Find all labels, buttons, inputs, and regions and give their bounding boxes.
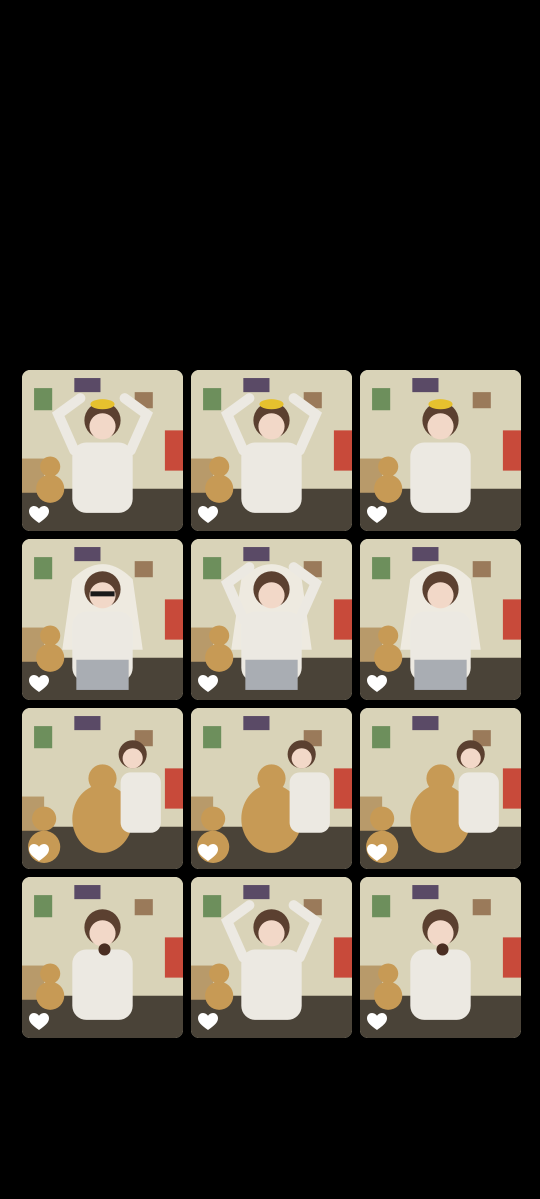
photo-tile[interactable] xyxy=(191,877,352,1038)
photo-tile[interactable] xyxy=(191,539,352,700)
heart-outline-icon[interactable] xyxy=(367,506,387,524)
photo-tile[interactable] xyxy=(22,539,183,700)
photo-tile[interactable] xyxy=(191,370,352,531)
photo-tile[interactable] xyxy=(22,370,183,531)
heart-outline-icon[interactable] xyxy=(367,844,387,862)
photo-tile[interactable] xyxy=(360,370,521,531)
heart-outline-icon[interactable] xyxy=(198,675,218,693)
photo-tile[interactable] xyxy=(360,708,521,869)
heart-outline-icon[interactable] xyxy=(29,506,49,524)
photo-grid xyxy=(22,370,522,1038)
heart-outline-icon[interactable] xyxy=(198,1013,218,1031)
heart-outline-icon[interactable] xyxy=(367,675,387,693)
heart-outline-icon[interactable] xyxy=(198,844,218,862)
heart-outline-icon[interactable] xyxy=(29,1013,49,1031)
heart-outline-icon[interactable] xyxy=(29,844,49,862)
photo-tile[interactable] xyxy=(191,708,352,869)
heart-outline-icon[interactable] xyxy=(367,1013,387,1031)
photo-tile[interactable] xyxy=(22,877,183,1038)
photo-tile[interactable] xyxy=(360,877,521,1038)
photo-tile[interactable] xyxy=(360,539,521,700)
heart-outline-icon[interactable] xyxy=(198,506,218,524)
heart-outline-icon[interactable] xyxy=(29,675,49,693)
photo-tile[interactable] xyxy=(22,708,183,869)
